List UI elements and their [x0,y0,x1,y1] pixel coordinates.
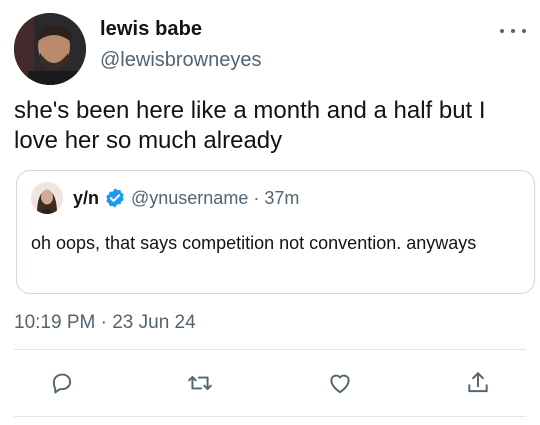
tweet-card: lewis babe @lewisbrowneyes she's been he… [0,0,540,425]
like-icon [330,374,350,394]
reply-button[interactable] [48,369,76,397]
quoted-tweet[interactable]: y/n @ynusername · 37m oh oops, that says… [16,170,535,294]
more-options-icon[interactable] [500,23,526,39]
quoted-display-name[interactable]: y/n [73,188,99,209]
share-icon [468,372,488,393]
tweet-text: she's been here like a month and a half … [14,97,486,154]
reply-icon [52,373,72,394]
avatar-photo-icon [14,13,86,85]
quoted-author-avatar[interactable] [31,182,63,214]
retweet-button[interactable] [186,369,214,397]
author-avatar[interactable] [14,13,86,85]
quoted-tweet-text: oh oops, that says competition not conve… [31,233,477,253]
divider [14,349,526,350]
author-handle[interactable]: @lewisbrowneyes [100,49,261,72]
verified-badge-icon [106,188,124,208]
like-button[interactable] [326,369,354,397]
divider [14,416,526,417]
author-display-name[interactable]: lewis babe [100,18,202,41]
retweet-icon [188,376,212,390]
quoted-handle-time: @ynusername · 37m [131,188,300,208]
tweet-timestamp[interactable]: 10:19 PM · 23 Jun 24 [14,312,196,334]
quoted-avatar-photo-icon [31,182,63,214]
share-button[interactable] [464,369,492,397]
